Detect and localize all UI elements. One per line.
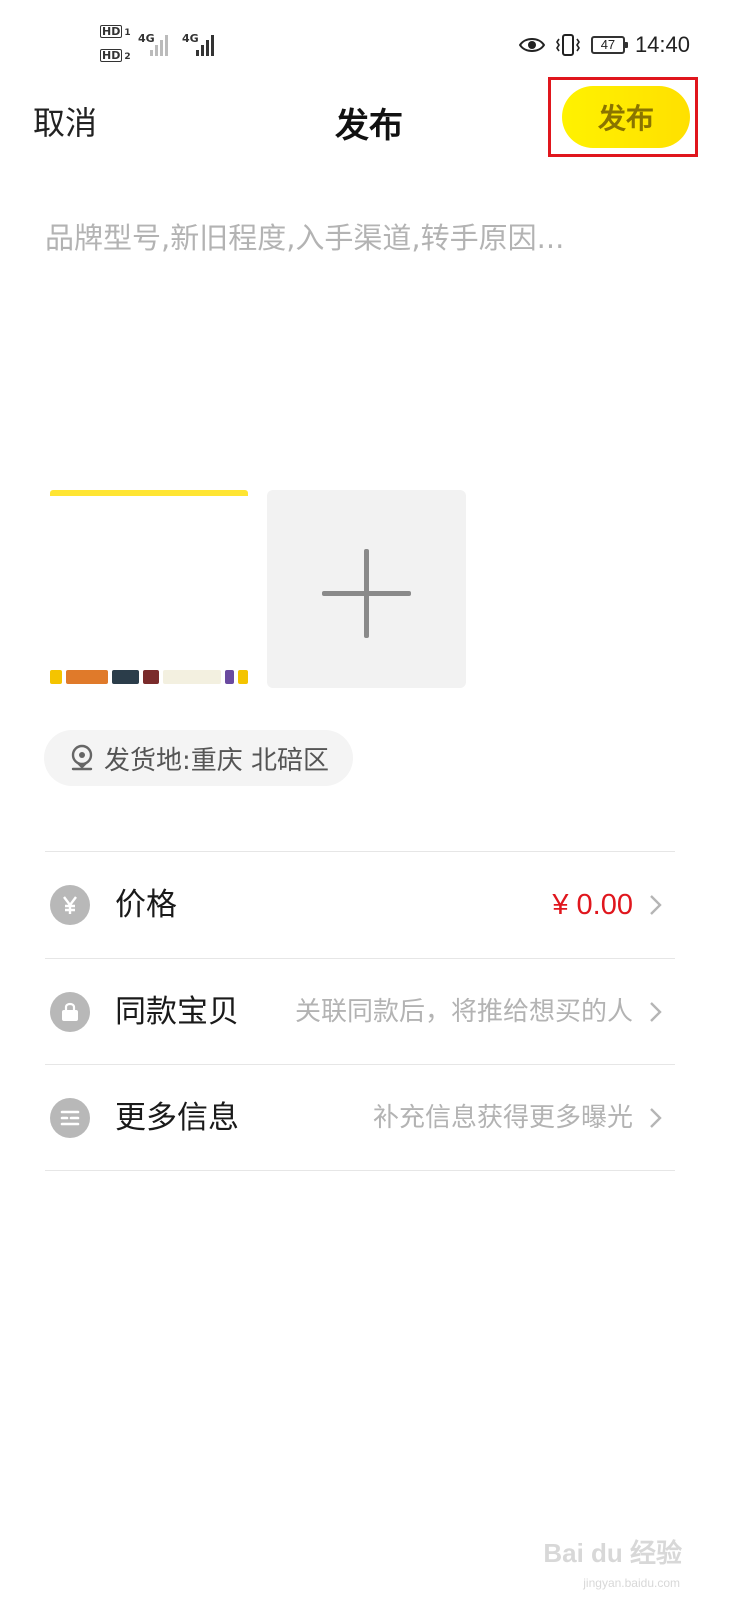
same-item-hint: 关联同款后，将推给想买的人: [294, 997, 633, 1027]
price-label: 价格: [115, 887, 177, 923]
plus-icon-vertical: [364, 549, 369, 638]
chevron-right-icon: [650, 895, 662, 915]
sim1-hd-indicator: HD 1: [100, 25, 131, 38]
vibrate-icon: [555, 34, 580, 56]
add-photo-button[interactable]: [267, 490, 466, 688]
same-item-row[interactable]: 同款宝贝 关联同款后，将推给想买的人: [45, 959, 675, 1065]
sim2-number: 2: [124, 52, 131, 62]
thumbnail-top-bar: [50, 490, 248, 496]
lock-bag-icon: [50, 992, 90, 1032]
divider: [45, 1170, 675, 1171]
sim1-number: 1: [124, 28, 131, 38]
baidu-watermark-url: jingyan.baidu.com: [583, 1576, 680, 1590]
shipping-location-chip[interactable]: 发货地:重庆 北碚区: [44, 730, 354, 786]
more-info-row[interactable]: 更多信息 补充信息获得更多曝光: [45, 1065, 675, 1171]
thumbnail-preview-strip: [50, 670, 248, 688]
clock: 14:40: [634, 32, 690, 57]
battery-icon: 47: [590, 36, 628, 54]
more-info-label: 更多信息: [115, 1100, 239, 1136]
location-pin-icon: [71, 744, 93, 771]
list-icon: [50, 1098, 90, 1138]
shipping-location-label: 发货地:重庆 北碚区: [104, 745, 330, 776]
description-input[interactable]: [45, 215, 695, 415]
sim1-hd-label: HD: [100, 25, 123, 38]
sim2-hd-indicator: HD 2: [100, 49, 131, 62]
sim2-hd-label: HD: [100, 49, 123, 62]
more-info-hint: 补充信息获得更多曝光: [372, 1103, 633, 1133]
signal-icon-2: [196, 30, 214, 56]
eye-icon: [518, 38, 545, 52]
same-item-label: 同款宝贝: [115, 994, 239, 1030]
chevron-right-icon: [650, 1108, 662, 1128]
signal-icon-1: [150, 30, 168, 56]
yen-icon: [50, 885, 90, 925]
price-value: ¥ 0.00: [552, 889, 633, 921]
status-right: 47 14:40: [518, 28, 690, 62]
price-row[interactable]: 价格 ¥ 0.00: [45, 852, 675, 958]
publish-button[interactable]: 发布: [562, 86, 690, 148]
chevron-right-icon: [650, 1002, 662, 1022]
baidu-watermark: Bai du 经验: [543, 1538, 682, 1568]
photo-thumbnail[interactable]: [50, 490, 248, 688]
